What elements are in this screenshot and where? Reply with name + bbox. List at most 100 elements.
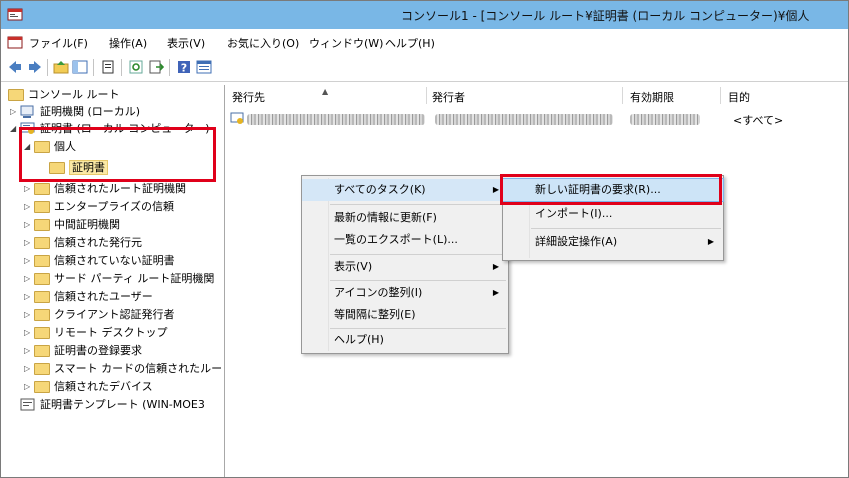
tree-label: リモート デスクトップ — [54, 326, 168, 339]
svg-text:?: ? — [181, 62, 187, 75]
show-hide-tree-icon[interactable] — [72, 59, 88, 75]
folder-icon — [34, 237, 50, 249]
folder-icon — [34, 363, 50, 375]
column-intended-purposes[interactable]: 目的 — [728, 89, 750, 105]
menu-item-label: 最新の情報に更新(F) — [334, 211, 437, 224]
mmc-app-icon[interactable] — [7, 6, 23, 22]
expand-icon[interactable]: ▷ — [24, 361, 34, 377]
help-icon[interactable]: ? — [176, 59, 192, 75]
mmc-window: コンソール1 - [コンソール ルート¥証明書 (ローカル コンピューター)¥個… — [0, 0, 849, 478]
menu-favorites[interactable]: お気に入り(O) — [227, 35, 299, 51]
redacted-issued-to — [247, 114, 425, 125]
expand-icon[interactable]: ▷ — [24, 199, 34, 215]
tree-item-client-auth-issuers[interactable]: ▷ クライアント認証発行者 — [24, 307, 175, 323]
tree-item-remote-desktop[interactable]: ▷ リモート デスクトップ — [24, 325, 168, 341]
certificate-template-icon — [20, 398, 35, 411]
up-folder-icon[interactable] — [53, 59, 69, 75]
menu-item-all-tasks[interactable]: すべてのタスク(K) ▶ — [302, 179, 508, 201]
tree-label: スマート カードの信頼されたルート — [54, 362, 225, 375]
expand-icon[interactable]: ▷ — [24, 235, 34, 251]
annotation-highlight-box — [19, 127, 216, 182]
menu-item-import[interactable]: インポート(I)... — [503, 203, 723, 225]
toolbar-separator — [47, 59, 48, 76]
expand-icon[interactable]: ▷ — [24, 307, 34, 323]
tree-item-console-root[interactable]: コンソール ルート — [8, 87, 120, 103]
tree-item-untrusted-certificates[interactable]: ▷ 信頼されていない証明書 — [24, 253, 175, 269]
menu-item-refresh[interactable]: 最新の情報に更新(F) — [302, 207, 508, 229]
tree-label: クライアント認証発行者 — [54, 308, 175, 321]
tree-label: 証明書の登録要求 — [54, 344, 142, 357]
menu-bar: ファイル(F) 操作(A) 表示(V) お気に入り(O) ウィンドウ(W) ヘル… — [1, 31, 848, 53]
menu-separator — [330, 280, 506, 281]
menu-help[interactable]: ヘルプ(H) — [385, 35, 435, 51]
folder-icon — [34, 309, 50, 321]
menu-file[interactable]: ファイル(F) — [29, 35, 88, 51]
menu-item-label: すべてのタスク(K) — [334, 183, 426, 196]
title-bar[interactable]: コンソール1 - [コンソール ルート¥証明書 (ローカル コンピューター)¥個… — [1, 1, 848, 29]
folder-icon — [34, 201, 50, 213]
certificate-authority-icon — [20, 105, 34, 118]
tree-item-third-party-root[interactable]: ▷ サード パーティ ルート証明機関 — [24, 271, 214, 287]
column-issued-to[interactable]: 発行先 — [232, 89, 265, 105]
tree-item-smart-card-trusted-roots[interactable]: ▷ スマート カードの信頼されたルート — [24, 361, 225, 377]
refresh-icon[interactable] — [128, 59, 144, 75]
tree-label: 証明書テンプレート (WIN-MOE3 — [40, 398, 205, 411]
tree-item-intermediate-ca[interactable]: ▷ 中間証明機関 — [24, 217, 120, 233]
tree-item-certificate-templates[interactable]: 証明書テンプレート (WIN-MOE3 — [20, 397, 205, 413]
column-separator[interactable] — [622, 87, 623, 104]
menu-action[interactable]: 操作(A) — [109, 35, 147, 51]
certificate-icon — [230, 112, 244, 124]
folder-icon — [34, 273, 50, 285]
folder-icon — [8, 89, 24, 101]
menu-item-line-up-icons[interactable]: 等間隔に整列(E) — [302, 304, 508, 326]
tree-item-trusted-people[interactable]: ▷ 信頼されたユーザー — [24, 289, 153, 305]
tree-label: 信頼されたルート証明機関 — [54, 182, 186, 195]
menu-view[interactable]: 表示(V) — [167, 35, 205, 51]
expand-icon[interactable]: ▷ — [24, 217, 34, 233]
menu-item-view[interactable]: 表示(V) ▶ — [302, 256, 508, 278]
back-icon[interactable] — [7, 59, 23, 75]
column-issued-by[interactable]: 発行者 — [432, 89, 465, 105]
tree-item-enterprise-trust[interactable]: ▷ エンタープライズの信頼 — [24, 199, 174, 215]
mmc-document-icon[interactable] — [7, 34, 23, 50]
menu-item-arrange-icons[interactable]: アイコンの整列(I) ▶ — [302, 282, 508, 304]
menu-item-label: インポート(I)... — [535, 207, 613, 220]
menu-item-export-list[interactable]: 一覧のエクスポート(L)... — [302, 229, 508, 251]
menu-item-label: 等間隔に整列(E) — [334, 308, 416, 321]
tree-item-trusted-publishers[interactable]: ▷ 信頼された発行元 — [24, 235, 142, 251]
folder-icon — [34, 219, 50, 231]
expand-icon[interactable]: ▷ — [24, 271, 34, 287]
menu-item-label: 詳細設定操作(A) — [535, 235, 618, 248]
expand-icon[interactable]: ▷ — [24, 289, 34, 305]
folder-icon — [34, 255, 50, 267]
expand-icon[interactable]: ▷ — [24, 343, 34, 359]
forward-icon[interactable] — [27, 59, 43, 75]
table-row[interactable]: <すべて> — [230, 112, 840, 127]
menu-item-label: ヘルプ(H) — [334, 333, 384, 346]
expand-icon[interactable]: ▷ — [24, 379, 34, 395]
tree-label: 信頼されたユーザー — [54, 290, 153, 303]
tree-label: 信頼されていない証明書 — [54, 254, 175, 267]
column-separator[interactable] — [720, 87, 721, 104]
expand-icon[interactable]: ▷ — [24, 253, 34, 269]
menu-item-advanced-operations[interactable]: 詳細設定操作(A) ▶ — [503, 231, 723, 253]
expand-icon[interactable]: ▷ — [24, 181, 34, 197]
tree-label: 信頼された発行元 — [54, 236, 142, 249]
expand-icon[interactable]: ▷ — [24, 325, 34, 341]
submenu-arrow-icon: ▶ — [492, 262, 499, 271]
tree-label: 信頼されたデバイス — [54, 380, 153, 393]
expand-icon[interactable]: ▷ — [10, 104, 20, 120]
tree-item-trusted-devices[interactable]: ▷ 信頼されたデバイス — [24, 379, 153, 395]
menu-item-label: 表示(V) — [334, 260, 373, 273]
menu-item-help[interactable]: ヘルプ(H) — [302, 329, 508, 351]
column-separator[interactable] — [426, 87, 427, 104]
show-hide-action-pane-icon[interactable] — [196, 59, 212, 75]
tree-item-ca-local[interactable]: ▷ 証明機関 (ローカル) — [10, 104, 140, 120]
properties-icon[interactable] — [100, 59, 116, 75]
tree-item-enrollment-requests[interactable]: ▷ 証明書の登録要求 — [24, 343, 142, 359]
menu-item-label: アイコンの整列(I) — [334, 286, 423, 299]
export-list-icon[interactable] — [148, 59, 164, 75]
menu-window[interactable]: ウィンドウ(W) — [309, 35, 383, 51]
column-expiration-date[interactable]: 有効期限 — [630, 89, 674, 105]
tree-item-trusted-root[interactable]: ▷ 信頼されたルート証明機関 — [24, 181, 186, 197]
